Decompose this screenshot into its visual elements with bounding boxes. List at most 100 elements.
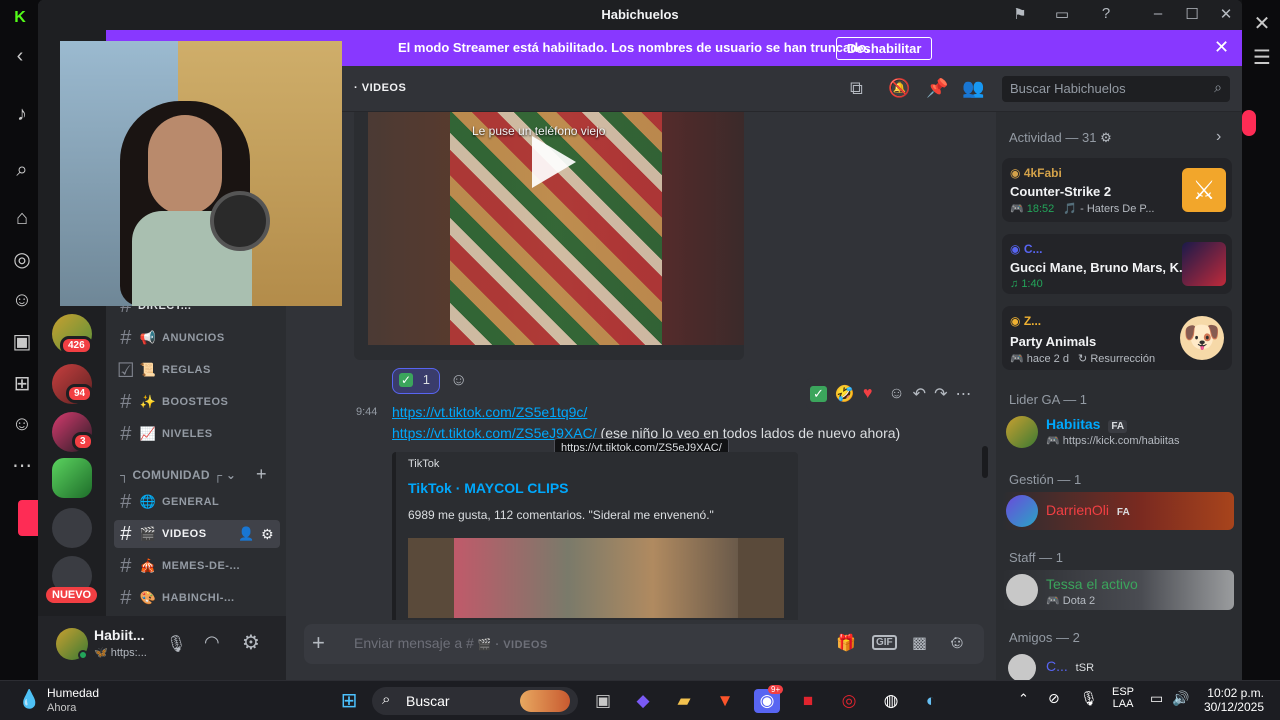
add-channel-icon[interactable]: +	[256, 464, 267, 485]
channel-general[interactable]: # 🌐 GENERAL	[114, 488, 280, 516]
profile-icon[interactable]: ☺	[8, 286, 36, 314]
chat-header: · VIDEOS ⧉ 🔕 📌 👥 Buscar Habichuelos ⌕	[286, 66, 1242, 112]
channel-title-text: VIDEOS	[361, 82, 407, 94]
message-link[interactable]: https://vt.tiktok.com/ZS5e1tq9c/	[392, 404, 587, 420]
banner-close-icon[interactable]: ✕	[1214, 37, 1229, 58]
compass-icon[interactable]: ◎	[8, 246, 36, 274]
brave-icon[interactable]: ▼	[712, 689, 738, 713]
gear-icon[interactable]: ⚙	[1100, 130, 1112, 145]
add-reaction-icon[interactable]: ☺	[450, 370, 467, 390]
member-item[interactable]: DarrienOli FA	[1002, 492, 1234, 530]
embed-description: 6989 me gusta, 112 comentarios. "Sideral…	[408, 508, 714, 522]
invite-icon[interactable]: 👤	[238, 526, 255, 542]
task-view-icon[interactable]: ▣	[590, 689, 616, 713]
weather-icon[interactable]: 💧	[18, 689, 40, 710]
apps-icon[interactable]: ⁘	[948, 632, 963, 653]
login-button[interactable]	[18, 500, 40, 536]
taskbar-search[interactable]: ⌕ Buscar	[372, 687, 578, 715]
search-input[interactable]: Buscar Habichuelos ⌕	[1002, 76, 1230, 102]
volume-icon[interactable]: 🔊	[1172, 690, 1189, 707]
reaction-check[interactable]: ✓ 1	[392, 368, 440, 394]
sticker-icon[interactable]: ▩	[912, 633, 927, 653]
disable-streamer-button[interactable]: Deshabilitar	[836, 37, 933, 60]
member-item[interactable]: C... tSR	[1004, 652, 1234, 680]
channel-niveles[interactable]: # 📈 NIVELES	[114, 420, 280, 448]
channel-habinchi[interactable]: # 🎨 HABINCHI-...	[114, 584, 280, 612]
mute-bell-icon[interactable]: 🔕	[888, 78, 910, 99]
gif-icon[interactable]: GIF	[872, 635, 897, 650]
activity-card[interactable]: ◉ C... Gucci Mane, Bruno Mars, K... ♫ 1:…	[1002, 234, 1232, 294]
embed-thumbnail[interactable]	[408, 538, 784, 618]
channel-videos[interactable]: # 🎬 VIDEOS 👤 ⚙	[114, 520, 280, 548]
quick-check-reaction-icon[interactable]: ✓	[810, 386, 827, 402]
tiktok-icon[interactable]: ♪	[8, 100, 36, 128]
channel-anuncios[interactable]: # 📢 ANUNCIOS	[114, 324, 280, 352]
more-icon[interactable]: ⋯	[8, 452, 36, 480]
member-item[interactable]: Tessa el activo 🎮 Dota 2	[1002, 570, 1234, 610]
activity-card[interactable]: ◉ Z... Party Animals 🎮 hace 2 d ↻ Resurr…	[1002, 306, 1232, 370]
chevron-right-icon[interactable]: ›	[1216, 128, 1221, 146]
channel-memes[interactable]: # 🎪 MEMES-DE-...	[114, 552, 280, 580]
close-window-icon[interactable]: ✕	[1214, 5, 1238, 23]
activity-meta: 🎮 hace 2 d ↻ Resurrección	[1010, 352, 1155, 365]
member-item[interactable]: Habiitas FA 🎮 https://kick.com/habiitas	[1004, 412, 1234, 452]
gift-icon[interactable]: 🎁	[836, 633, 856, 653]
display-icon[interactable]: ▭	[1150, 690, 1163, 707]
language-indicator[interactable]: ESP LAA	[1112, 686, 1134, 710]
plus-icon[interactable]: ⊞	[8, 370, 36, 398]
obs-icon[interactable]: ◍	[878, 689, 904, 713]
windows-start-icon[interactable]: ⊞	[336, 689, 362, 713]
close-icon[interactable]: ✕	[1248, 10, 1276, 38]
back-icon[interactable]: ‹	[6, 42, 34, 70]
threads-icon[interactable]: ⧉	[850, 78, 863, 99]
menu-icon[interactable]: ☰	[1248, 44, 1276, 72]
message-composer[interactable]: + Enviar mensaje a # 🎬 · VIDEOS 🎁 GIF ▩ …	[304, 624, 984, 664]
gear-icon[interactable]: ⚙	[261, 526, 274, 543]
unread-badge: 426	[60, 336, 93, 355]
member-status-text: Dota 2	[1062, 595, 1096, 607]
copilot-icon[interactable]: ◆	[630, 689, 656, 713]
friends-icon[interactable]: ☺	[8, 410, 36, 438]
channel-emoji: 🌐	[139, 494, 157, 509]
file-explorer-icon[interactable]: ▰	[671, 689, 697, 713]
search-icon[interactable]: ⌕	[8, 156, 36, 184]
steam-icon[interactable]: ◐	[918, 689, 944, 713]
chrome-icon[interactable]: ◎	[836, 689, 862, 713]
user-settings-icon[interactable]: ⚙	[242, 630, 260, 655]
video-thumbnail[interactable]: Le puse un teléfono viejo	[368, 112, 744, 345]
chat-scrollbar[interactable]	[982, 446, 988, 478]
network-off-icon[interactable]: ⊘	[1048, 690, 1060, 707]
more-options-icon[interactable]: ⋯	[955, 384, 971, 404]
quick-laugh-reaction-icon[interactable]: 🤣	[835, 384, 855, 404]
app-icon[interactable]: ■	[795, 689, 821, 713]
server-folder-icon[interactable]	[52, 508, 92, 548]
maximize-icon[interactable]: ☐	[1180, 5, 1204, 23]
upload-plus-icon[interactable]: +	[312, 630, 325, 656]
channel-boosteos[interactable]: # ✨ BOOSTEOS	[114, 388, 280, 416]
chevron-up-icon[interactable]: ⌃	[1018, 691, 1029, 707]
quick-heart-reaction-icon[interactable]: ♥	[863, 385, 873, 403]
microphone-icon[interactable]: 🎙	[166, 634, 186, 654]
reply-icon[interactable]: ↶	[913, 384, 926, 404]
category-comunidad[interactable]: ┐ COMUNIDAD ┌ ⌄	[120, 468, 236, 482]
embed-title[interactable]: TikTok · MAYCOL CLIPS	[408, 480, 569, 496]
pin-icon[interactable]: 📌	[926, 78, 948, 99]
add-reaction-icon[interactable]: ☺	[888, 385, 904, 403]
activity-card[interactable]: ◉ 4kFabi Counter-Strike 2 🎮 18:52 🎵 - Ha…	[1002, 158, 1232, 222]
live-icon[interactable]: ▣	[8, 328, 36, 356]
help-icon[interactable]: ?	[1094, 5, 1118, 22]
clock[interactable]: 10:02 p.m. 30/12/2025	[1200, 686, 1264, 714]
minimize-icon[interactable]: –	[1146, 5, 1170, 22]
play-icon[interactable]	[532, 136, 576, 188]
mic-icon[interactable]: 🎙	[1080, 690, 1098, 707]
screen-icon[interactable]: ▭	[1050, 5, 1074, 23]
headphones-icon[interactable]: ◠	[204, 632, 220, 653]
activity-game: Party Animals	[1010, 334, 1097, 349]
server-icon[interactable]	[52, 458, 92, 498]
channel-reglas[interactable]: ☑ 📜 REGLAS	[114, 356, 280, 384]
forward-icon[interactable]: ↷	[934, 384, 947, 404]
home-icon[interactable]: ⌂	[8, 204, 36, 232]
role-header: Amigos — 2	[1009, 630, 1080, 645]
inbox-flag-icon[interactable]: ⚑	[1008, 5, 1032, 23]
member-list-icon[interactable]: 👥	[962, 78, 984, 99]
